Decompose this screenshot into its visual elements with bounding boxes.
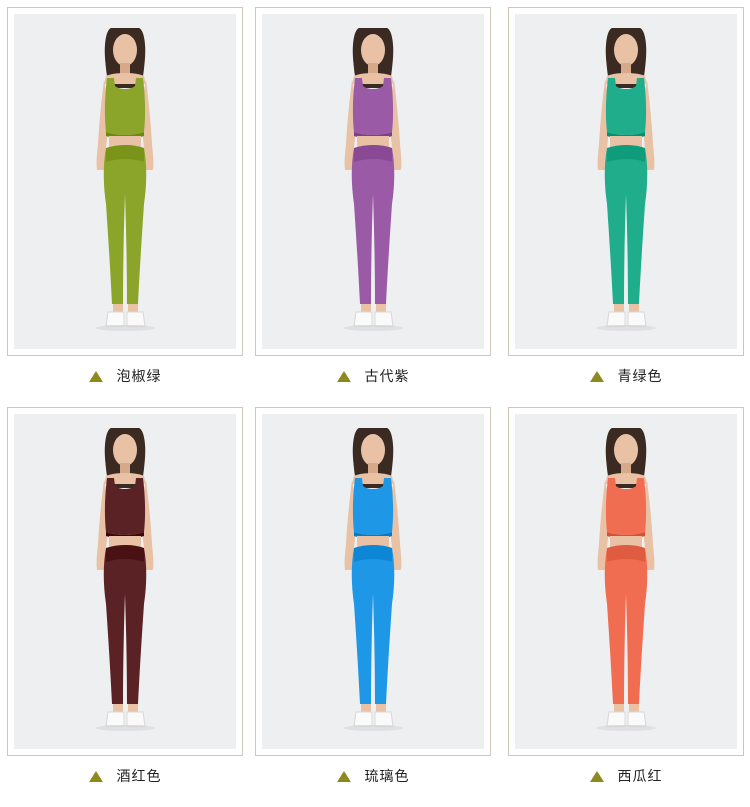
product-frame (7, 7, 243, 356)
product-frame (255, 407, 491, 756)
color-label: 古代紫 (364, 368, 410, 384)
color-label: 青绿色 (617, 368, 663, 384)
product-caption: 青绿色 (508, 363, 744, 389)
model-figure (95, 28, 155, 331)
color-label: 琉璃色 (364, 768, 410, 784)
product-caption: 西瓜红 (508, 763, 744, 789)
model-figure (95, 428, 155, 731)
triangle-up-icon (88, 370, 103, 382)
product-frame (7, 407, 243, 756)
triangle-up-icon (336, 770, 351, 782)
product-frame (508, 7, 744, 356)
product-photo[interactable] (14, 14, 236, 349)
product-caption: 酒红色 (7, 763, 243, 789)
product-caption: 古代紫 (255, 363, 491, 389)
model-figure (596, 428, 656, 731)
product-frame (508, 407, 744, 756)
product-photo[interactable] (515, 414, 737, 749)
model-figure (343, 28, 403, 331)
model-figure (596, 28, 656, 331)
product-photo[interactable] (14, 414, 236, 749)
color-label: 酒红色 (116, 768, 162, 784)
product-frame (255, 7, 491, 356)
product-photo[interactable] (262, 14, 484, 349)
product-photo[interactable] (262, 414, 484, 749)
product-grid: 泡椒绿 古代紫 青绿色 酒红色 琉璃色 西瓜红 (0, 0, 750, 807)
product-caption: 泡椒绿 (7, 363, 243, 389)
color-label: 泡椒绿 (116, 368, 162, 384)
color-label: 西瓜红 (617, 768, 663, 784)
product-caption: 琉璃色 (255, 763, 491, 789)
triangle-up-icon (589, 770, 604, 782)
triangle-up-icon (88, 770, 103, 782)
model-figure (343, 428, 403, 731)
triangle-up-icon (589, 370, 604, 382)
product-photo[interactable] (515, 14, 737, 349)
triangle-up-icon (336, 370, 351, 382)
